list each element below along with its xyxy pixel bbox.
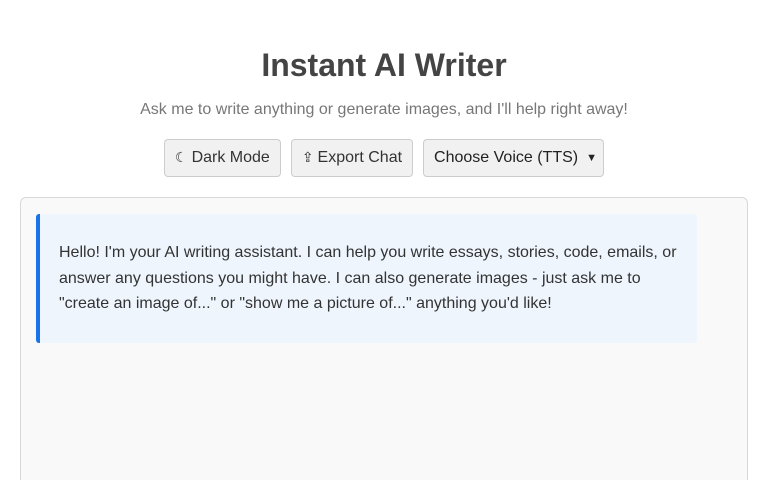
page-title: Instant AI Writer	[261, 47, 507, 83]
dark-mode-label: Dark Mode	[191, 149, 270, 166]
page-subtitle: Ask me to write anything or generate ima…	[140, 101, 628, 118]
moon-icon: ☾	[175, 150, 188, 166]
chevron-down-icon: ▼	[586, 152, 597, 164]
dark-mode-button[interactable]: ☾ Dark Mode	[164, 139, 281, 177]
assistant-message: Hello! I'm your AI writing assistant. I …	[36, 214, 697, 343]
app-root: Instant AI Writer Ask me to write anythi…	[0, 0, 768, 480]
voice-select[interactable]: Choose Voice (TTS) ▼	[423, 139, 604, 177]
export-chat-button[interactable]: ⇪ Export Chat	[290, 139, 414, 177]
voice-select-value: Choose Voice (TTS)	[434, 149, 579, 166]
chat-panel: Hello! I'm your AI writing assistant. I …	[20, 197, 748, 480]
export-chat-label: Export Chat	[317, 149, 403, 166]
toolbar: ☾ Dark Mode ⇪ Export Chat Choose Voice (…	[0, 139, 768, 177]
export-icon: ⇪	[301, 150, 314, 166]
